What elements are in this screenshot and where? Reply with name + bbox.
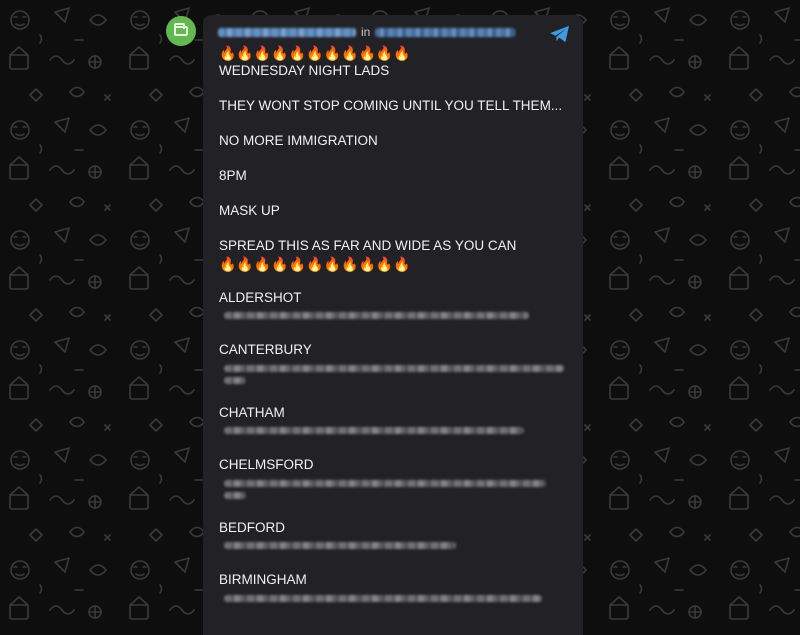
city-birmingham: BIRMINGHAM [219,572,307,587]
fire-emoji-row-bottom: 🔥🔥🔥🔥🔥🔥🔥🔥🔥🔥🔥 [219,255,411,272]
redacted-address [224,594,542,602]
city-aldershot: ALDERSHOT [219,289,302,305]
redacted-address [224,542,456,549]
channel-avatar[interactable] [166,16,196,46]
message-line-2: THEY WONT STOP COMING UNTIL YOU TELL THE… [219,98,563,113]
folder-icon [174,23,188,36]
redacted-address-wrap [224,491,246,499]
redacted-address [224,364,564,372]
message-line-title: WEDNESDAY NIGHT LADS [219,63,390,78]
redacted-address [224,479,546,487]
message-header: in [218,24,518,40]
redacted-sender-name[interactable] [218,27,356,37]
message-line-6: SPREAD THIS AS FAR AND WIDE AS YOU CAN [219,238,517,253]
message-line-time: 8PM [219,168,247,183]
city-chatham: CHATHAM [219,404,285,420]
in-label: in [361,25,371,39]
city-canterbury: CANTERBURY [219,342,312,357]
message-body: 🔥🔥🔥🔥🔥🔥🔥🔥🔥🔥🔥 WEDNESDAY NIGHT LADS THEY WO… [219,44,574,602]
city-chelmsford: CHELMSFORD [219,457,314,472]
redacted-address [224,312,529,319]
redacted-channel-name[interactable] [375,27,516,37]
telegram-plane-icon[interactable] [549,25,571,43]
message-line-5: MASK UP [219,203,280,218]
city-bedford: BEDFORD [219,519,286,535]
fire-emoji-row-top: 🔥🔥🔥🔥🔥🔥🔥🔥🔥🔥🔥 [219,45,411,61]
redacted-address-wrap [224,376,246,384]
redacted-address [224,427,524,434]
message-line-3: NO MORE IMMIGRATION [219,133,378,148]
